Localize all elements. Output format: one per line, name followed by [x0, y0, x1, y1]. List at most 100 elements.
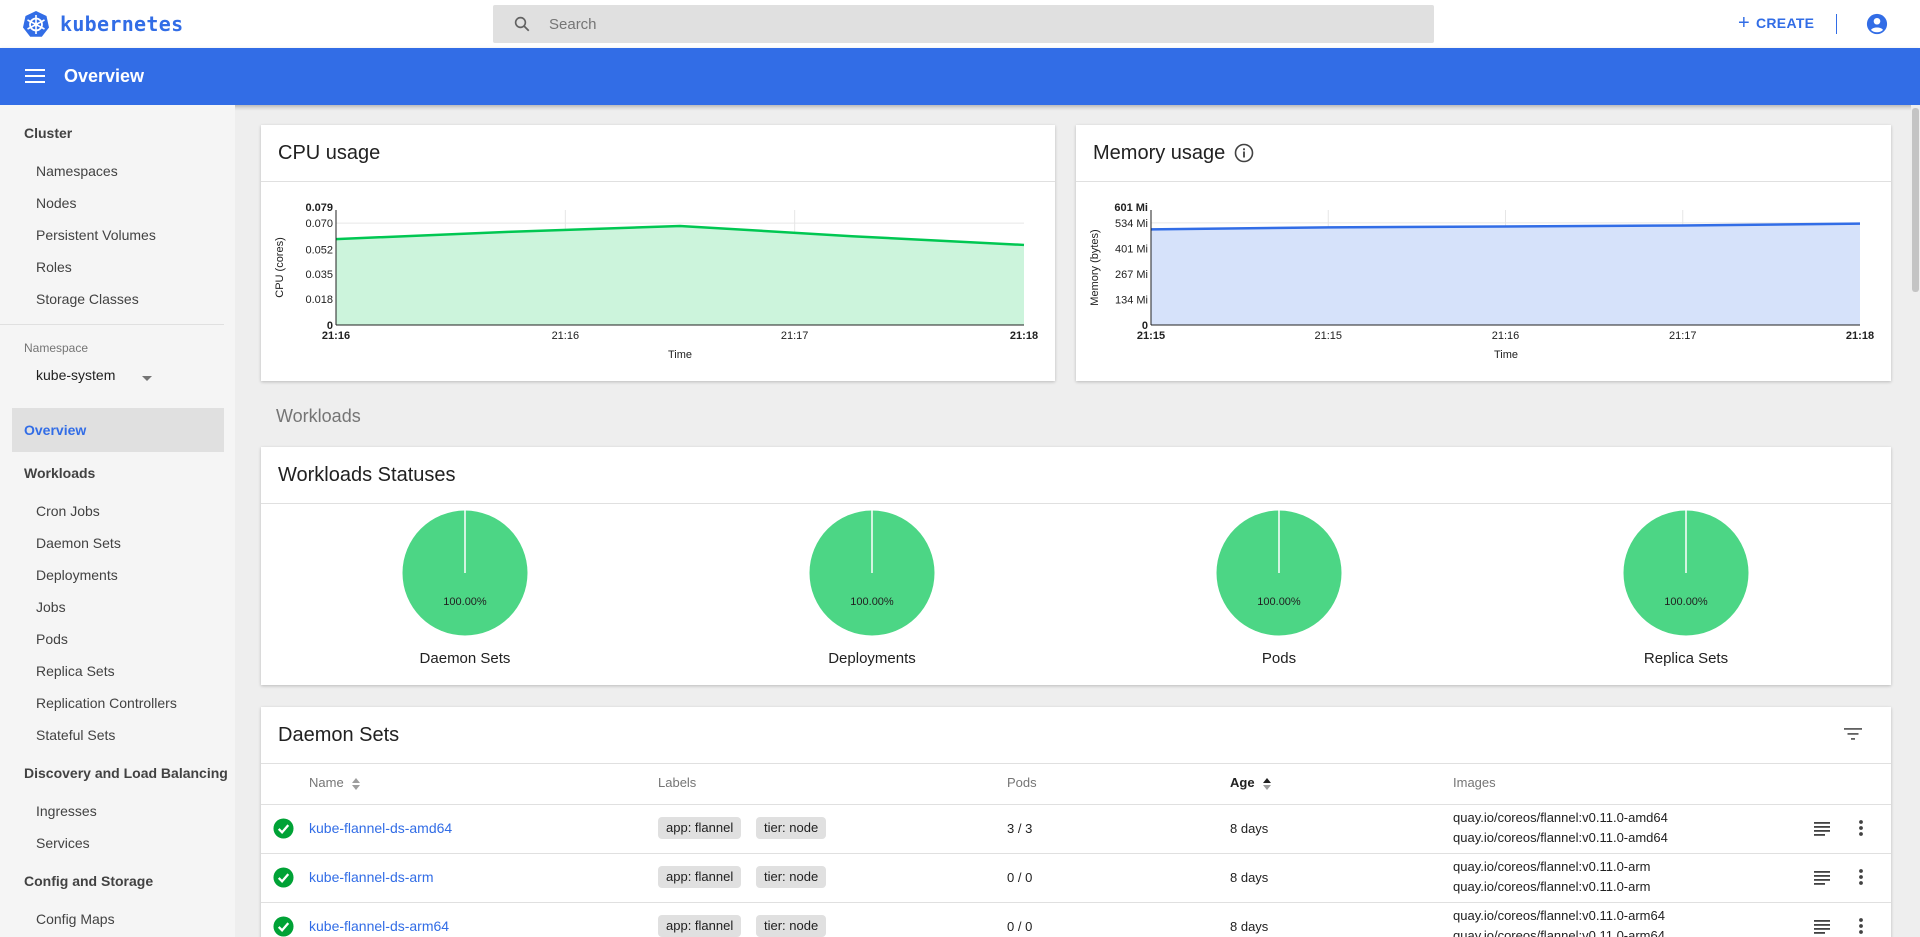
image-name: quay.io/coreos/flannel:v0.11.0-arm [1453, 859, 1651, 874]
y-tick-label: 601 Mi [1114, 202, 1148, 214]
image-name: quay.io/coreos/flannel:v0.11.0-amd64 [1453, 810, 1668, 825]
create-button[interactable]: + CREATE [1738, 13, 1814, 33]
y-tick-label: 0.079 [305, 202, 333, 214]
label-chip: app: flannel [658, 866, 742, 888]
sidebar-item-ingresses[interactable]: Ingresses [36, 803, 97, 819]
sidebar-item-storage-classes[interactable]: Storage Classes [36, 291, 139, 307]
sidebar-item-replication-controllers[interactable]: Replication Controllers [36, 695, 177, 711]
sidebar-item-jobs[interactable]: Jobs [36, 599, 66, 615]
sidebar-item-daemon-sets[interactable]: Daemon Sets [36, 535, 121, 551]
x-tick-label: 21:16 [322, 330, 350, 342]
row-actions-button[interactable] [1858, 819, 1864, 842]
check-circle-icon [273, 916, 294, 937]
account-button[interactable] [1866, 13, 1888, 40]
sidebar-item-nodes[interactable]: Nodes [36, 195, 76, 211]
search-input[interactable]: Search [549, 16, 597, 33]
pie-name-label: Replica Sets [1643, 650, 1729, 667]
scrollbar-thumb[interactable] [1912, 108, 1919, 292]
namespace-label: Namespace [24, 341, 89, 355]
row-actions-button[interactable] [1858, 868, 1864, 891]
column-header-name[interactable]: Name [309, 775, 361, 791]
page-title: Overview [64, 66, 145, 86]
age-value: 8 days [1230, 919, 1269, 934]
sidebar-item-pods[interactable]: Pods [36, 631, 68, 647]
x-tick-label: 21:15 [1314, 330, 1342, 342]
column-header-name-label: Name [309, 775, 344, 790]
x-axis-label: Time [1494, 349, 1518, 361]
row-divider [261, 902, 1891, 903]
column-header-age[interactable]: Age [1230, 775, 1272, 791]
column-header-pods: Pods [1007, 775, 1037, 790]
y-tick-label: 0.052 [305, 244, 333, 256]
sidebar-item-overview-label: Overview [24, 422, 87, 438]
sidebar-heading-config[interactable]: Config and Storage [24, 873, 153, 889]
logs-button[interactable] [1813, 820, 1831, 841]
column-header-labels: Labels [658, 775, 697, 790]
sidebar-item-persistent-volumes[interactable]: Persistent Volumes [36, 227, 156, 243]
y-tick-label: 0.018 [305, 294, 333, 306]
create-label: CREATE [1755, 15, 1815, 31]
y-tick-label: 401 Mi [1115, 243, 1148, 255]
search-bar[interactable]: Search [493, 5, 1434, 43]
sidebar-item-replica-sets[interactable]: Replica Sets [36, 663, 115, 679]
label-chip: tier: node [756, 866, 827, 888]
pie-name-label: Daemon Sets [419, 650, 511, 667]
account-circle-icon [1866, 13, 1888, 35]
sidebar-heading-cluster[interactable]: Cluster [24, 125, 72, 141]
check-circle-icon [273, 818, 294, 839]
top-bar: kubernetes Search + CREATE [0, 0, 1920, 48]
daemon-set-name-link[interactable]: kube-flannel-ds-amd64 [309, 820, 452, 836]
workloads-section-title: Workloads [276, 406, 361, 426]
kubernetes-logo[interactable]: kubernetes [22, 10, 183, 38]
logs-icon [1814, 822, 1830, 836]
more-vert-icon [1859, 869, 1863, 885]
pie-svg: 100.00% [402, 510, 528, 636]
pie-chart-replica-sets: 100.00% [1556, 510, 1816, 645]
pie-data-label: 100.00% [1257, 596, 1301, 608]
logs-icon [1814, 871, 1830, 885]
filter-icon[interactable] [1843, 726, 1863, 742]
sort-icon[interactable] [1262, 777, 1272, 791]
y-tick-label: 0.070 [305, 218, 333, 230]
sidebar-item-namespaces[interactable]: Namespaces [36, 163, 118, 179]
plus-icon: + [1738, 12, 1750, 34]
x-tick-label: 21:18 [1846, 330, 1874, 342]
sidebar-item-deployments[interactable]: Deployments [36, 567, 118, 583]
memory-usage-chart: 0134 Mi267 Mi401 Mi534 Mi601 Mi21:15 21:1… [1089, 202, 1874, 361]
x-tick-label: 21:16 [552, 330, 580, 342]
daemon-set-name-link[interactable]: kube-flannel-ds-arm [309, 869, 434, 885]
y-tick-label: 534 Mi [1115, 218, 1148, 230]
sidebar-item-stateful-sets[interactable]: Stateful Sets [36, 727, 115, 743]
label-chip: app: flannel [658, 817, 742, 839]
logs-button[interactable] [1813, 918, 1831, 937]
sidebar-divider [0, 324, 224, 325]
sidebar-heading-discovery[interactable]: Discovery and Load Balancing [24, 765, 228, 781]
sidebar-item-cron-jobs[interactable]: Cron Jobs [36, 503, 100, 519]
pie-chart-deployments: 100.00% [742, 510, 1002, 645]
dropdown-arrow-icon[interactable] [142, 376, 152, 381]
pods-count: 3 / 3 [1007, 821, 1033, 836]
sidebar-heading-workloads[interactable]: Workloads [24, 465, 95, 481]
column-header-age-label: Age [1230, 775, 1255, 790]
sidebar-item-config-maps[interactable]: Config Maps [36, 911, 115, 927]
pie-chart-pods: 100.00% [1149, 510, 1409, 645]
namespace-select[interactable]: kube-system [36, 367, 156, 383]
daemon-set-name-link[interactable]: kube-flannel-ds-arm64 [309, 918, 449, 934]
pie-svg: 100.00% [809, 510, 935, 636]
more-vert-icon [1859, 918, 1863, 934]
card-divider [261, 763, 1891, 764]
sidebar-item-services[interactable]: Services [36, 835, 90, 851]
x-tick-label: 21:18 [1010, 330, 1038, 342]
age-value: 8 days [1230, 870, 1269, 885]
pods-count: 0 / 0 [1007, 919, 1033, 934]
logs-button[interactable] [1813, 869, 1831, 890]
y-axis-label: CPU (cores) [274, 237, 286, 298]
row-actions-button[interactable] [1858, 917, 1864, 937]
sidebar-item-overview[interactable]: Overview [12, 408, 224, 452]
menu-icon[interactable] [25, 69, 45, 83]
more-vert-icon [1859, 820, 1863, 836]
sidebar-item-roles[interactable]: Roles [36, 259, 72, 275]
pie-data-label: 100.00% [850, 596, 894, 608]
sort-icon[interactable] [351, 777, 361, 791]
series-area [1151, 223, 1860, 325]
